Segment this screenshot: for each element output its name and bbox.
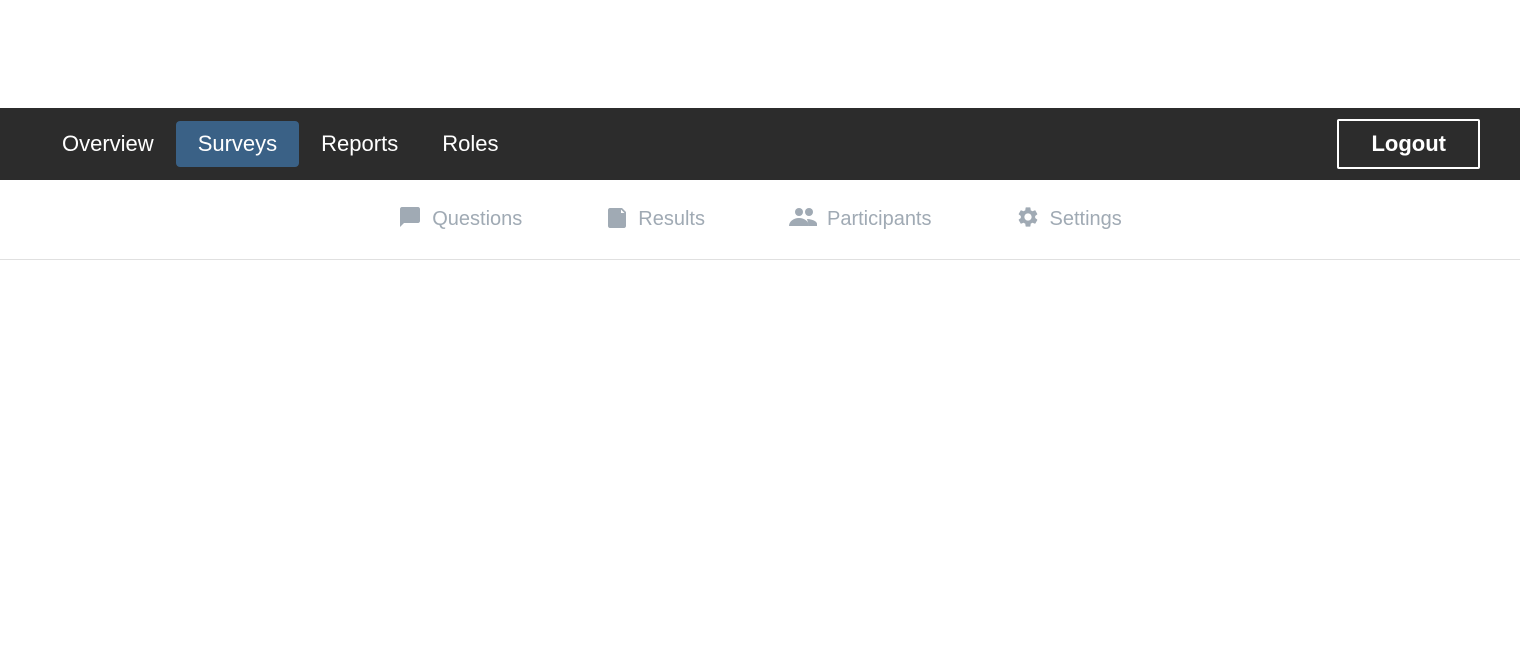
nav-item-surveys[interactable]: Surveys bbox=[176, 121, 299, 167]
nav-links: Overview Surveys Reports Roles bbox=[40, 121, 520, 167]
questions-label: Questions bbox=[432, 208, 522, 231]
content-area bbox=[0, 260, 1520, 660]
main-navigation: Overview Surveys Reports Roles Logout bbox=[0, 108, 1520, 180]
logout-button[interactable]: Logout bbox=[1337, 119, 1480, 169]
participants-icon bbox=[789, 206, 817, 234]
nav-item-reports[interactable]: Reports bbox=[299, 121, 420, 167]
nav-item-roles[interactable]: Roles bbox=[420, 121, 520, 167]
results-label: Results bbox=[638, 208, 705, 231]
results-icon bbox=[606, 205, 628, 235]
questions-icon bbox=[398, 205, 422, 235]
top-spacer bbox=[0, 0, 1520, 108]
secondary-nav-item-questions[interactable]: Questions bbox=[386, 197, 534, 243]
secondary-nav-item-participants[interactable]: Participants bbox=[777, 198, 944, 242]
settings-label: Settings bbox=[1050, 208, 1122, 231]
participants-label: Participants bbox=[827, 208, 932, 231]
nav-item-overview[interactable]: Overview bbox=[40, 121, 176, 167]
secondary-nav-item-results[interactable]: Results bbox=[594, 197, 717, 243]
secondary-navigation: Questions Results Participants Settings bbox=[0, 180, 1520, 260]
secondary-nav-item-settings[interactable]: Settings bbox=[1004, 197, 1134, 243]
settings-icon bbox=[1016, 205, 1040, 235]
